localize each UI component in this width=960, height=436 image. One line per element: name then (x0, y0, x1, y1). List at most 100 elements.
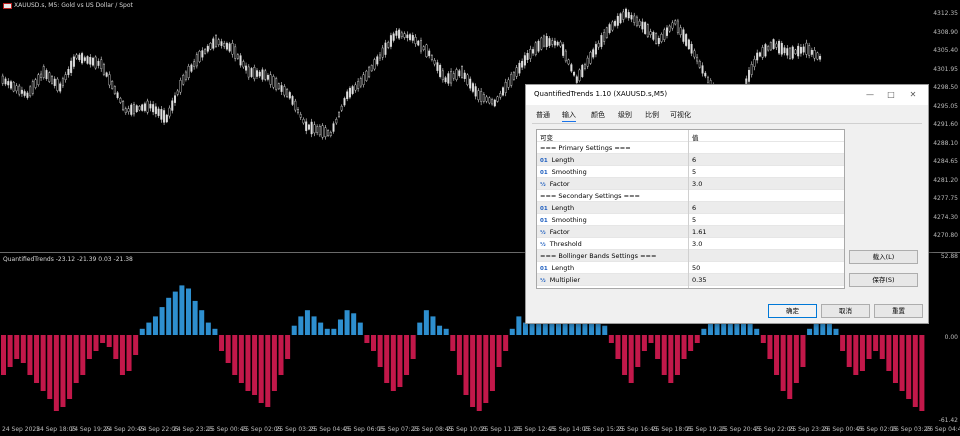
row-name: 01 Smoothing (540, 216, 587, 224)
table-row[interactable]: 01 Length 6 (537, 202, 844, 214)
table-row[interactable]: ½ Threshold 3.0 (537, 238, 844, 250)
histogram-bar (179, 285, 185, 335)
row-value[interactable]: 5 (692, 168, 696, 176)
candle (346, 91, 349, 100)
candle (526, 53, 529, 60)
candle (384, 42, 387, 55)
candle (644, 22, 647, 34)
tab-visualization[interactable]: 可视化 (670, 110, 691, 120)
histogram-bar (800, 335, 806, 367)
row-label: Threshold (549, 240, 582, 248)
candle (105, 72, 108, 77)
minimize-icon[interactable]: — (863, 88, 877, 102)
table-row[interactable]: === Secondary Settings === (537, 190, 844, 202)
row-value[interactable]: 3.0 (692, 180, 702, 188)
candle (512, 72, 515, 80)
histogram-bar (199, 310, 205, 335)
tab-scale[interactable]: 比例 (645, 110, 659, 120)
table-row[interactable]: 01 Smoothing 5 (537, 166, 844, 178)
row-name: 01 Smoothing (540, 168, 587, 176)
table-row[interactable]: ½ Factor 3.0 (537, 178, 844, 190)
candle (171, 100, 174, 111)
candle (789, 47, 792, 59)
histogram-bar (7, 335, 13, 367)
row-value[interactable]: 3.0 (692, 240, 702, 248)
candle (499, 93, 502, 98)
save-button[interactable]: 保存(S) (849, 273, 918, 287)
candle (510, 73, 513, 86)
table-row[interactable]: ½ Multiplier 0.35 (537, 274, 844, 286)
histogram-bar (53, 335, 59, 411)
candle (649, 31, 652, 36)
candle (570, 64, 573, 72)
candle (428, 50, 431, 57)
candle (127, 108, 130, 112)
candle (332, 123, 335, 132)
histogram-bar (351, 313, 357, 335)
tab-colors[interactable]: 颜色 (591, 110, 605, 120)
histogram-bar (628, 335, 634, 383)
indicator-axis-label: 0.00 (944, 334, 958, 341)
candle (348, 87, 351, 98)
cancel-button[interactable]: 取消 (821, 304, 870, 318)
row-name: ½ Factor (540, 228, 570, 236)
candle (491, 99, 494, 105)
row-value[interactable]: 5 (692, 216, 696, 224)
candle (236, 54, 239, 59)
table-row[interactable]: 01 Length 6 (537, 154, 844, 166)
candle (597, 42, 600, 48)
row-value[interactable]: 6 (692, 156, 696, 164)
candle (422, 46, 425, 51)
candle (234, 46, 237, 59)
candle (761, 47, 764, 58)
time-axis[interactable]: 24 Sep 2025 24 Sep 18:05 24 Sep 19:25 24 Se… (0, 424, 960, 436)
reset-button[interactable]: 重置 (874, 304, 923, 318)
candle (78, 54, 81, 61)
candle (212, 38, 215, 49)
price-label: 4288.10 (933, 139, 958, 147)
table-row[interactable]: 01 Length 50 (537, 262, 844, 274)
tab-common[interactable]: 普通 (536, 110, 550, 120)
tab-inputs[interactable]: 输入 (562, 110, 576, 122)
dialog-titlebar[interactable]: QuantifiedTrends 1.10 (XAUUSD.s,M5) — □ … (526, 85, 928, 105)
price-label: 4308.90 (933, 28, 958, 36)
histogram-bar (166, 297, 172, 335)
indicator-label: QuantifiedTrends -23.12 -21.39 0.03 -21.… (3, 256, 133, 263)
row-value[interactable]: 1.61 (692, 228, 706, 236)
candle (679, 27, 682, 36)
maximize-icon[interactable]: □ (884, 88, 898, 102)
candle (362, 74, 365, 85)
ok-button[interactable]: 确定 (768, 304, 817, 318)
candle (34, 79, 37, 88)
row-label: Length (551, 264, 575, 272)
close-icon[interactable]: ✕ (906, 88, 920, 102)
candle (182, 75, 185, 85)
candle (381, 47, 384, 58)
table-row[interactable]: === Bollinger Bands Settings === (537, 250, 844, 262)
table-row[interactable]: ½ Factor 1.61 (537, 226, 844, 238)
histogram-bar (437, 325, 443, 335)
candle (780, 42, 783, 55)
candle (616, 15, 619, 26)
candle (469, 78, 472, 89)
row-value[interactable]: 6 (692, 204, 696, 212)
histogram-bar (423, 310, 429, 335)
time-label: 26 Sep 04:45 (925, 426, 960, 433)
tab-levels[interactable]: 级别 (618, 110, 632, 120)
table-row[interactable]: 01 Smoothing 5 (537, 214, 844, 226)
histogram-bar (186, 288, 192, 335)
candle (275, 78, 278, 90)
candle (70, 60, 73, 73)
row-value[interactable]: 0.35 (692, 276, 706, 284)
load-button[interactable]: 载入(L) (849, 250, 918, 264)
histogram-bar (119, 335, 125, 375)
row-value[interactable]: 50 (692, 264, 700, 272)
candle (521, 60, 524, 68)
histogram-bar (840, 335, 846, 351)
candle (327, 130, 330, 136)
price-axis[interactable]: 4312.35 4308.90 4305.40 4301.95 4298.50 4295.… (929, 0, 960, 436)
histogram-bar (707, 322, 713, 335)
table-row[interactable]: === Primary Settings === (537, 142, 844, 154)
candle (633, 15, 636, 23)
histogram-bar (113, 335, 119, 359)
